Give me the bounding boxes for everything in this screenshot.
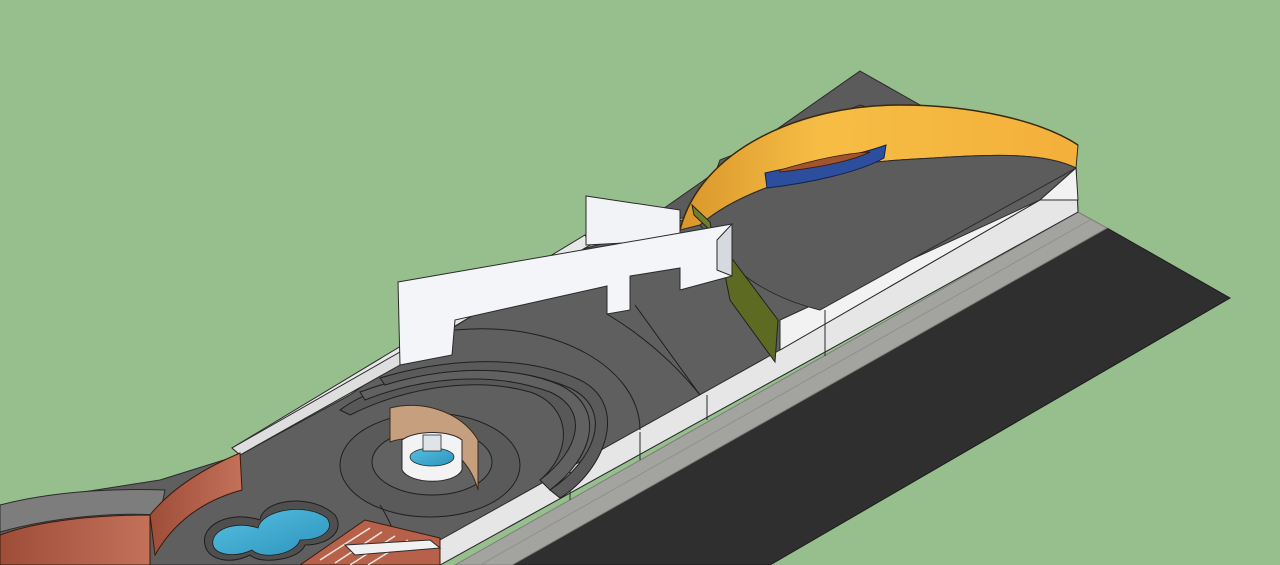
3d-model-canvas[interactable] <box>0 0 1280 565</box>
sketchup-viewport[interactable] <box>0 0 1280 565</box>
fountain-back-panel <box>422 434 442 452</box>
